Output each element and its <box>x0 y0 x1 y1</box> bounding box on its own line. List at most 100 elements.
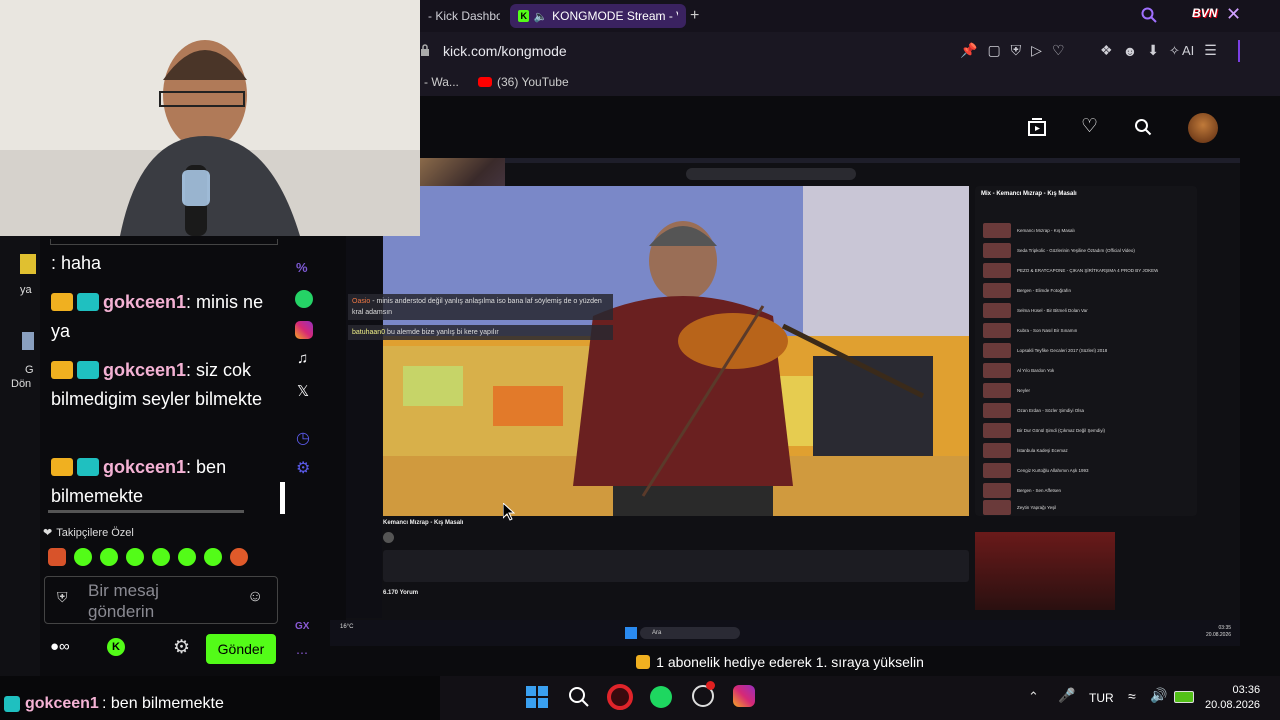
yt-playlist-item[interactable]: Cengiz Kurtoğlu Allahımın Aşk 1993 <box>983 461 1193 479</box>
chat-username[interactable]: gokceen1 <box>103 457 186 477</box>
desktop-icon-label: G <box>25 364 34 376</box>
screenshot-icon[interactable]: ▢ <box>987 42 1000 59</box>
tab-kongmode-stream[interactable]: K 🔈 KONGMODE Stream - V <box>510 4 686 28</box>
folder-icon[interactable] <box>20 254 36 274</box>
new-tab-button[interactable]: + <box>690 4 710 28</box>
tab-kick-dashboard[interactable]: - Kick Dashbo <box>420 4 508 28</box>
instagram-app-icon[interactable] <box>733 685 755 707</box>
settings-icon[interactable]: ⚙ <box>296 458 310 478</box>
webcam-overlay <box>0 0 420 236</box>
yt-playlist-item[interactable]: PEZO & ERATCAPONE - ÇIKAN ŞİRİTKARŞIMA 4… <box>983 261 1193 279</box>
yt-channel-avatar <box>383 532 394 543</box>
browse-icon[interactable] <box>1028 118 1046 136</box>
avatar[interactable] <box>1188 113 1218 143</box>
inner-chat-text: minis anderstod değil yanlış anlaşılma i… <box>352 298 602 316</box>
yt-mix-panel: Mix - Kemancı Mızrap - Kış Masalı Kemanc… <box>975 186 1197 516</box>
clock-icon[interactable]: ◷ <box>296 428 310 448</box>
ai-icon[interactable]: ✧ AI <box>1169 43 1194 59</box>
wifi-icon[interactable]: ≈ <box>1128 688 1136 704</box>
bookmark-youtube[interactable]: (36) YouTube <box>478 75 569 89</box>
windows-start-icon[interactable] <box>526 686 548 708</box>
close-icon[interactable]: ✕ <box>1226 4 1241 25</box>
chat-message-text: : haha <box>51 253 102 273</box>
send-button[interactable]: Gönder <box>206 634 276 664</box>
desktop-strip: ya G Dön <box>0 236 40 676</box>
heart-icon[interactable]: ♡ <box>1052 42 1065 59</box>
inner-taskbar: 16°C Ara 03:35 20.08.2026 <box>330 620 1240 646</box>
chat-scrollbar[interactable] <box>280 482 285 514</box>
yt-playlist-item[interactable]: Lopsakli Teyfike Gecaleri 2017 (Süzleri)… <box>983 341 1193 359</box>
yt-playlist-item[interactable]: Ozan Erdan - Sözler Şimdiyi Olsa <box>983 401 1193 419</box>
infinity-icon[interactable]: ●∞ <box>50 638 70 655</box>
emote-icon[interactable] <box>152 548 170 566</box>
chat-message: gokceen1: siz cok bilmedigim seyler bilm… <box>51 356 276 414</box>
pin-icon[interactable]: 📌 <box>960 42 977 59</box>
gift-notification[interactable]: 1 abonelik hediye ederek 1. sıraya yükse… <box>320 652 1240 672</box>
kick-coin-icon[interactable]: K <box>107 638 125 656</box>
whatsapp-icon[interactable] <box>295 290 313 308</box>
percent-icon[interactable]: % <box>296 260 308 275</box>
tab-label: KONGMODE Stream - V <box>552 9 678 23</box>
language-indicator[interactable]: TUR <box>1089 691 1114 705</box>
taskbar-clock[interactable]: 03:36 20.08.2026 <box>1205 683 1260 713</box>
extensions-icon[interactable]: ❖ <box>1100 42 1113 59</box>
emote-icon[interactable] <box>74 548 92 566</box>
kick-header: ♡ <box>420 96 1240 158</box>
search-icon[interactable] <box>1140 6 1158 24</box>
microphone-icon[interactable]: 🎤 <box>1058 687 1075 704</box>
volume-icon[interactable]: 🔊 <box>1150 687 1167 704</box>
yt-playlist-item[interactable]: Zeytin Yaprağı Yeşil <box>983 498 1193 516</box>
profile-icon[interactable]: ☻ <box>1123 43 1138 59</box>
menu-icon[interactable]: ☰ <box>1204 42 1217 59</box>
taskbar-search-icon[interactable] <box>568 686 590 713</box>
following-heart-icon[interactable]: ♡ <box>1081 117 1098 136</box>
yt-playlist-item[interactable]: Selma Hüsel - Bir Bitmeli Dolan Var <box>983 301 1193 319</box>
battery-icon[interactable] <box>1174 691 1194 703</box>
yt-playlist-item[interactable]: Kubra - Son Nasıl Bir Sınamın <box>983 321 1193 339</box>
more-icon[interactable]: ⋯ <box>296 646 308 660</box>
chat-input[interactable]: ⛨ Bir mesaj gönderin ☺ <box>44 576 278 624</box>
search-icon[interactable] <box>1134 118 1152 141</box>
speaker-icon[interactable]: 🔈 <box>533 10 547 23</box>
x-twitter-icon[interactable]: 𝕏 <box>297 382 309 400</box>
emote-icon[interactable] <box>48 548 66 566</box>
yt-comment-count: 6.170 Yorum <box>383 590 419 596</box>
gift-notification-text: 1 abonelik hediye ederek 1. sıraya yükse… <box>656 654 924 670</box>
yt-playlist-item[interactable]: İstanbula Kadeşi Ecemaz <box>983 441 1193 459</box>
recycle-bin-icon[interactable] <box>22 332 34 350</box>
emote-icon[interactable] <box>204 548 222 566</box>
youtube-video[interactable] <box>383 186 969 516</box>
shield-icon[interactable]: ⛨ <box>1011 42 1022 59</box>
emote-icon[interactable] <box>126 548 144 566</box>
youtube-icon <box>478 77 492 87</box>
chat-username[interactable]: gokceen1 <box>103 292 186 312</box>
clock-time: 03:36 <box>1232 684 1261 696</box>
address-bar: kick.com/kongmode 📌 ▢ ⛨ ▷ ♡ ❖ ☻ ⬇ ✧ AI ☰ <box>420 32 1280 70</box>
emote-icon[interactable] <box>178 548 196 566</box>
spotify-icon[interactable] <box>650 686 672 708</box>
yt-playlist-item[interactable]: Bergen - Elimde Fotoğrafın <box>983 281 1193 299</box>
url-field[interactable]: kick.com/kongmode <box>443 43 567 59</box>
chevron-up-icon[interactable]: ⌃ <box>1028 689 1039 705</box>
yt-playlist-item[interactable]: Bergen - Sen Affetsen <box>983 481 1193 499</box>
tiktok-icon[interactable]: ♫ <box>297 350 308 367</box>
gear-icon[interactable]: ⚙ <box>173 636 190 659</box>
emote-icon[interactable] <box>100 548 118 566</box>
yt-playlist-item[interactable]: Kemancı Mızrap - Kış Masalı <box>983 221 1193 239</box>
yt-recommended-thumbnail[interactable] <box>975 532 1115 610</box>
instagram-icon[interactable] <box>295 321 313 339</box>
yt-playlist-item[interactable]: Neyler <box>983 381 1193 399</box>
chat-username[interactable]: gokceen1 <box>103 360 186 380</box>
yt-playlist-item[interactable]: Seda Tripkolic - Gözlerinin Yeşiline Özt… <box>983 241 1193 259</box>
play-icon[interactable]: ▷ <box>1031 42 1042 59</box>
opera-gx-icon[interactable] <box>607 684 633 710</box>
subscriber-badge-icon <box>4 696 20 712</box>
emote-icon[interactable] <box>230 548 248 566</box>
bookmark-label: (36) YouTube <box>497 75 569 89</box>
emoji-icon[interactable]: ☺ <box>247 588 263 606</box>
ticker-username: gokceen1 <box>25 695 99 712</box>
yt-playlist-item[interactable]: Al Yılo Bardon Yok <box>983 361 1193 379</box>
download-icon[interactable]: ⬇ <box>1147 42 1159 59</box>
bookmark-whatsapp[interactable]: - Wa... <box>424 75 459 89</box>
yt-playlist-item[interactable]: Bir Dur Gönül Şimdi (Çıkmaz Değil Şemdiy… <box>983 421 1193 439</box>
